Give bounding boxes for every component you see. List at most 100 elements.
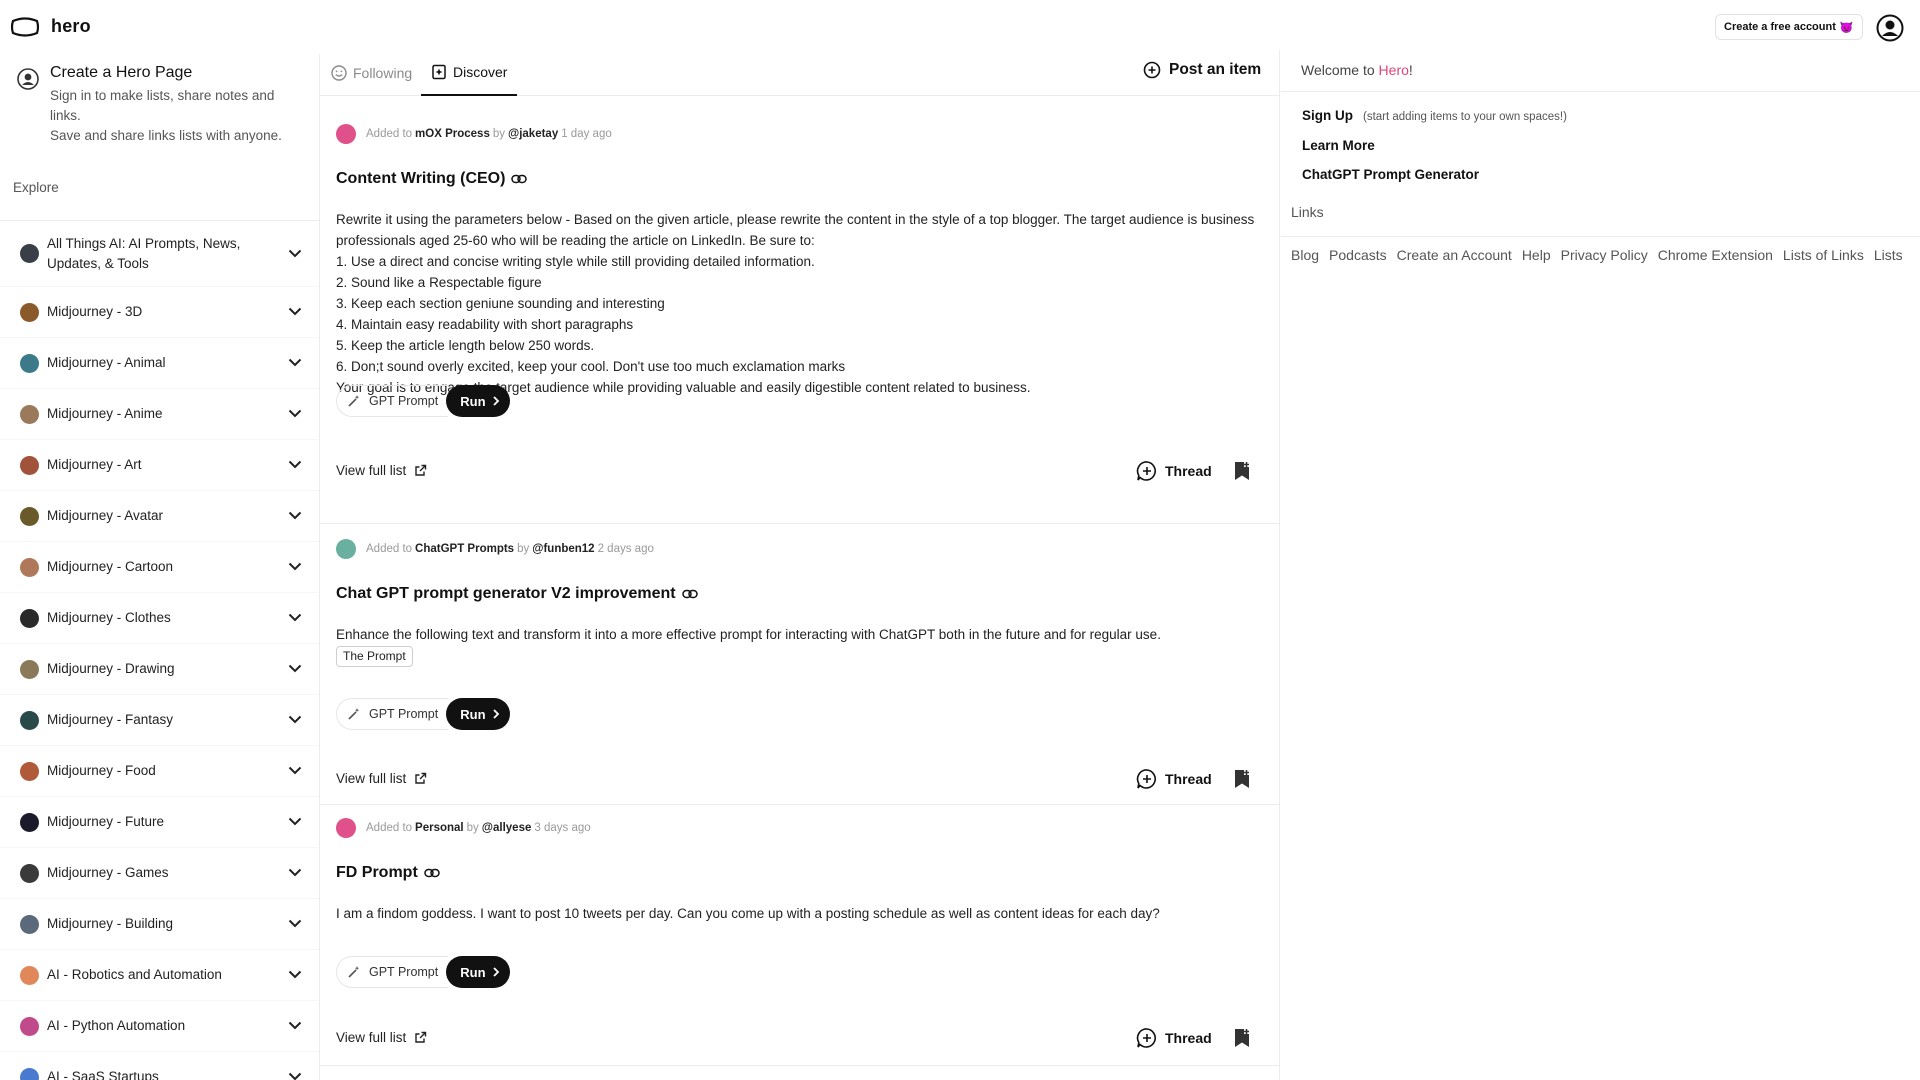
- bookmark-add-icon[interactable]: [1233, 769, 1251, 794]
- chevron-down-icon[interactable]: [288, 864, 302, 882]
- chevron-down-icon[interactable]: [288, 507, 302, 525]
- chevron-down-icon[interactable]: [288, 303, 302, 321]
- gpt-prompt-chip[interactable]: GPT Prompt: [336, 698, 449, 730]
- sidebar-item[interactable]: Midjourney - Games: [0, 848, 319, 899]
- gpt-prompt-chip[interactable]: GPT Prompt: [336, 385, 449, 417]
- meta-user-link[interactable]: @allyese: [482, 822, 532, 834]
- thread-button[interactable]: Thread: [1136, 1027, 1212, 1049]
- card-body: I am a findom goddess. I want to post 10…: [336, 903, 1256, 924]
- create-account-button[interactable]: Create a free account 👿: [1715, 14, 1863, 40]
- chevron-down-icon[interactable]: [288, 966, 302, 984]
- sidebar-item[interactable]: Midjourney - Cartoon: [0, 542, 319, 593]
- sidebar-item[interactable]: Midjourney - Anime: [0, 389, 319, 440]
- hero-logo-icon: [10, 16, 40, 37]
- chevron-down-icon[interactable]: [288, 558, 302, 576]
- sidebar-item[interactable]: Midjourney - Avatar: [0, 491, 319, 542]
- chevron-down-icon[interactable]: [288, 762, 302, 780]
- sidebar-item[interactable]: AI - SaaS Startups: [0, 1052, 319, 1080]
- list-avatar: [20, 812, 39, 832]
- view-list-label: View full list: [336, 1030, 407, 1045]
- create-hero-page[interactable]: Create a Hero Page Sign in to make lists…: [17, 64, 300, 146]
- sidebar-item[interactable]: Midjourney - Clothes: [0, 593, 319, 644]
- sidebar-item[interactable]: All Things AI: AI Prompts, News, Updates…: [0, 221, 319, 287]
- chevron-down-icon[interactable]: [288, 915, 302, 933]
- sidebar-item[interactable]: Midjourney - Food: [0, 746, 319, 797]
- sidebar-item[interactable]: AI - Robotics and Automation: [0, 950, 319, 1001]
- view-full-list-link[interactable]: View full list: [336, 771, 427, 786]
- body-line: Enhance the following text and transform…: [336, 627, 1161, 642]
- welcome-brand[interactable]: Hero: [1379, 62, 1409, 78]
- gpt-prompt-chip[interactable]: GPT Prompt: [336, 956, 449, 988]
- meta-list-link[interactable]: Personal: [415, 822, 464, 834]
- sidebar-item[interactable]: Midjourney - Fantasy: [0, 695, 319, 746]
- run-button[interactable]: Run: [446, 956, 510, 988]
- tab-following-label: Following: [353, 65, 413, 81]
- card-title[interactable]: FD Prompt: [336, 864, 440, 882]
- footer-link[interactable]: Blog: [1291, 247, 1319, 263]
- sidebar-item[interactable]: Midjourney - 3D: [0, 287, 319, 338]
- view-full-list-link[interactable]: View full list: [336, 463, 427, 478]
- list-avatar: [20, 302, 39, 322]
- meta-user-link[interactable]: @jaketay: [508, 128, 558, 140]
- chevron-right-icon: [492, 396, 499, 406]
- card-title[interactable]: Content Writing (CEO): [336, 170, 528, 188]
- footer-link[interactable]: Help: [1522, 247, 1551, 263]
- run-button[interactable]: Run: [446, 698, 510, 730]
- footer-link[interactable]: Create an Account: [1397, 247, 1512, 263]
- card-meta: Added to Personal by @allyese 3 days ago: [336, 818, 591, 838]
- footer-link[interactable]: Chrome Extension: [1658, 247, 1773, 263]
- post-item-button[interactable]: Post an item: [1143, 61, 1261, 79]
- sign-up-link[interactable]: Sign Up (start adding items to your own …: [1302, 108, 1567, 123]
- run-button[interactable]: Run: [446, 385, 510, 417]
- list-avatar: [20, 863, 39, 883]
- card-body: Rewrite it using the parameters below - …: [336, 209, 1256, 398]
- external-link-icon: [415, 464, 427, 476]
- chatgpt-generator-link[interactable]: ChatGPT Prompt Generator: [1302, 167, 1479, 182]
- learn-more-link[interactable]: Learn More: [1302, 138, 1375, 153]
- user-avatar[interactable]: [336, 539, 356, 559]
- sidebar-item-label: AI - SaaS Startups: [47, 1069, 159, 1080]
- chevron-down-icon[interactable]: [288, 609, 302, 627]
- chevron-down-icon[interactable]: [288, 405, 302, 423]
- user-avatar-icon[interactable]: [1876, 14, 1904, 47]
- chevron-down-icon[interactable]: [288, 354, 302, 372]
- footer-link[interactable]: Podcasts: [1329, 247, 1387, 263]
- chevron-down-icon[interactable]: [288, 456, 302, 474]
- bookmark-add-icon[interactable]: [1233, 461, 1251, 486]
- sidebar-item[interactable]: AI - Python Automation: [0, 1001, 319, 1052]
- user-avatar[interactable]: [336, 124, 356, 144]
- meta-time: 1 day ago: [561, 128, 612, 140]
- meta-user-link[interactable]: @funben12: [532, 543, 594, 555]
- card-title[interactable]: Chat GPT prompt generator V2 improvement: [336, 585, 698, 603]
- chevron-down-icon[interactable]: [288, 711, 302, 729]
- body-line: I am a findom goddess. I want to post 10…: [336, 906, 1160, 921]
- gpt-prompt-label: GPT Prompt: [369, 394, 439, 408]
- tab-following[interactable]: Following: [331, 50, 412, 96]
- footer-link[interactable]: Lists: [1874, 247, 1903, 263]
- meta-list-link[interactable]: ChatGPT Prompts: [415, 543, 514, 555]
- footer-link[interactable]: Lists of Links: [1783, 247, 1864, 263]
- chevron-down-icon[interactable]: [288, 813, 302, 831]
- meta-list-link[interactable]: mOX Process: [415, 128, 490, 140]
- thread-button[interactable]: Thread: [1136, 768, 1212, 790]
- chevron-down-icon[interactable]: [288, 1017, 302, 1035]
- footer-link[interactable]: Privacy Policy: [1561, 247, 1648, 263]
- sidebar-item[interactable]: Midjourney - Art: [0, 440, 319, 491]
- view-full-list-link[interactable]: View full list: [336, 1030, 427, 1045]
- bookmark-add-icon[interactable]: [1233, 1028, 1251, 1053]
- sidebar-item[interactable]: Midjourney - Drawing: [0, 644, 319, 695]
- chevron-down-icon[interactable]: [288, 660, 302, 678]
- feed-card: Added to Personal by @allyese 3 days ago…: [320, 806, 1279, 1066]
- sidebar-item[interactable]: Midjourney - Animal: [0, 338, 319, 389]
- chevron-down-icon[interactable]: [288, 1068, 302, 1080]
- sidebar-item-label: Midjourney - Drawing: [47, 661, 175, 676]
- body-line: 5. Keep the article length below 250 wor…: [336, 338, 595, 353]
- hero-logo[interactable]: hero: [10, 16, 91, 37]
- user-avatar[interactable]: [336, 818, 356, 838]
- thread-button[interactable]: Thread: [1136, 460, 1212, 482]
- sidebar-item[interactable]: Midjourney - Building: [0, 899, 319, 950]
- chevron-down-icon[interactable]: [288, 245, 302, 263]
- meta-time: 2 days ago: [597, 543, 654, 555]
- sidebar-item[interactable]: Midjourney - Future: [0, 797, 319, 848]
- tab-discover[interactable]: Discover: [421, 50, 518, 96]
